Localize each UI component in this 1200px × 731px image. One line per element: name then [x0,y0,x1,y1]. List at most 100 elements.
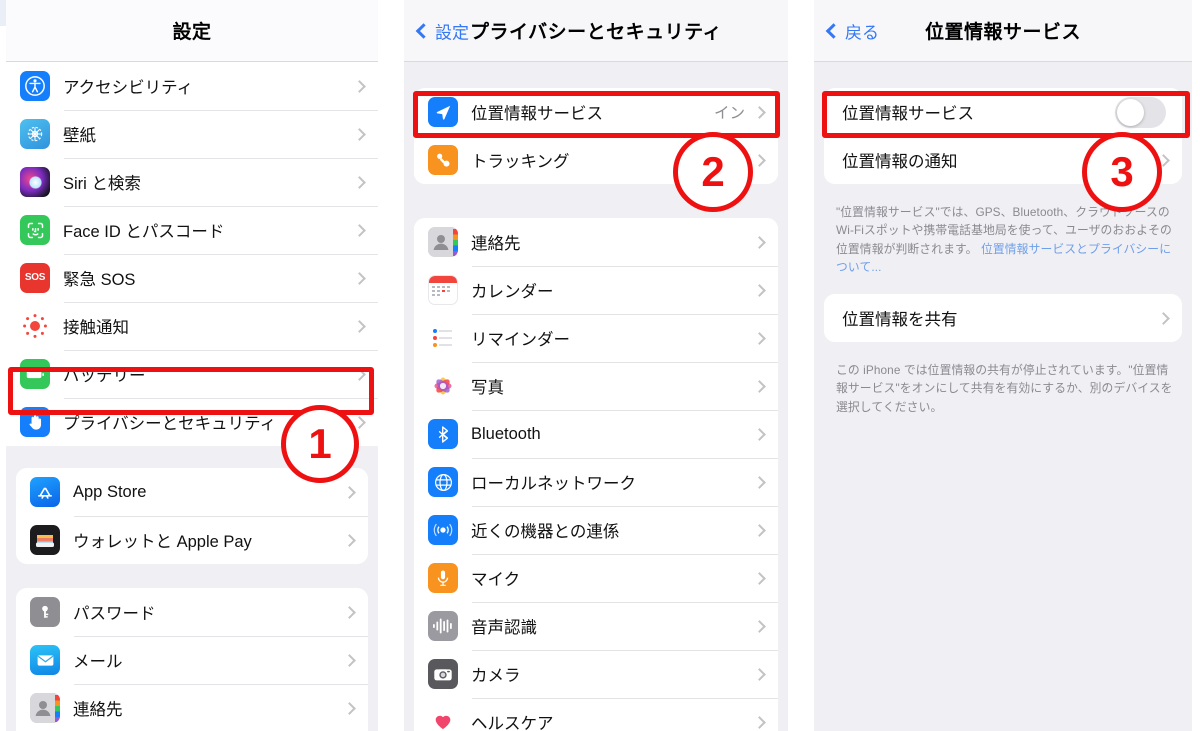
privacy-row-photos[interactable]: 写真 [414,362,778,410]
chevron-right-icon [753,235,766,249]
settings-row-battery[interactable]: バッテリー [6,350,378,398]
settings-row-emergency-sos[interactable]: SOS 緊急 SOS [6,254,378,302]
settings-row-contacts[interactable]: 連絡先 [16,684,368,731]
tracking-icon [428,145,458,175]
settings-row-mail[interactable]: メール [16,636,368,684]
row-label: 位置情報サービス [471,105,603,123]
sos-icon: SOS [20,263,50,293]
health-icon [428,707,458,731]
photos-icon [428,371,458,401]
battery-icon [20,359,50,389]
row-label: ローカルネットワーク [471,475,636,493]
calendar-icon [428,275,458,305]
screenshot-root: 設定 アクセシビリティ 壁紙 Siri と検索 Face ID とパスコード S… [0,0,1200,731]
chevron-right-icon [753,427,766,441]
chevron-right-icon [353,79,366,93]
panel3-back-button[interactable]: 戻る [825,18,879,43]
panel2-scroll[interactable]: 位置情報サービス イン トラッキング 連絡先 カレンダー リマインダー 写真 B… [404,88,788,731]
row-label: 音声認識 [471,619,537,637]
panel3-back-label: 戻る [845,23,879,42]
row-label: 位置情報の通知 [842,153,958,171]
siri-icon [20,167,50,197]
app-store-icon [30,477,60,507]
settings-row-wallpaper[interactable]: 壁紙 [6,110,378,158]
location-row-location-services[interactable]: 位置情報サービス [824,88,1182,136]
chevron-right-icon [753,667,766,681]
chevron-right-icon [753,523,766,537]
panel3-title: 位置情報サービス [924,22,1081,43]
location-footnote-2: この iPhone では位置情報の共有が停止されています。"位置情報サービス"を… [836,363,1173,414]
settings-row-siri-search[interactable]: Siri と検索 [6,158,378,206]
row-label: アクセシビリティ [63,79,194,97]
settings-row-accessibility[interactable]: アクセシビリティ [6,62,378,110]
panel-settings: 設定 アクセシビリティ 壁紙 Siri と検索 Face ID とパスコード S… [6,0,378,731]
location-group-share: 位置情報を共有 [824,294,1182,343]
row-label: 位置情報を共有 [842,311,958,330]
row-label: メール [73,653,123,671]
local-network-icon [428,467,458,497]
settings-row-app-store[interactable]: App Store [16,468,368,516]
panel1-nav-bar: 設定 [6,0,378,62]
chevron-right-icon [353,175,366,189]
row-label: マイク [471,571,521,589]
wallet-icon [30,525,60,555]
row-label: 連絡先 [471,235,521,253]
location-row-share-my-location[interactable]: 位置情報を共有 [824,294,1182,343]
panel2-title: プライバシーとセキュリティ [470,22,722,43]
chevron-right-icon [353,127,366,141]
row-label: カレンダー [471,283,554,301]
row-label: バッテリー [63,367,146,385]
chevron-right-icon [343,653,356,667]
privacy-row-reminders[interactable]: リマインダー [414,314,778,362]
row-label: 位置情報サービス [842,105,974,123]
panel3-scroll[interactable]: 位置情報サービス 位置情報の通知 "位置情報サービス"では、GPS、Blueto… [814,88,1192,418]
nearby-interactions-icon [428,515,458,545]
chevron-right-icon [753,715,766,729]
privacy-row-location-services[interactable]: 位置情報サービス イン [414,88,778,136]
location-services-toggle[interactable] [1115,96,1166,128]
privacy-row-tracking[interactable]: トラッキング [414,136,778,184]
settings-group-1: アクセシビリティ 壁紙 Siri と検索 Face ID とパスコード SOS … [6,62,378,446]
settings-row-faceid[interactable]: Face ID とパスコード [6,206,378,254]
settings-row-exposure-notification[interactable]: 接触通知 [6,302,378,350]
face-id-icon [20,215,50,245]
reminders-icon [428,323,458,353]
row-value: イン [713,105,745,122]
chevron-right-icon [753,379,766,393]
toggle-knob [1117,98,1144,126]
panel1-scroll[interactable]: アクセシビリティ 壁紙 Siri と検索 Face ID とパスコード SOS … [6,62,378,731]
panel3-nav-bar: 戻る 位置情報サービス [814,0,1192,62]
settings-row-passwords[interactable]: パスワード [16,588,368,636]
mail-icon [30,645,60,675]
settings-group-2: App Store ウォレットと Apple Pay [16,468,368,564]
settings-row-wallet-apple-pay[interactable]: ウォレットと Apple Pay [16,516,368,564]
location-row-location-alerts[interactable]: 位置情報の通知 [824,136,1182,184]
privacy-row-bluetooth[interactable]: Bluetooth [414,410,778,458]
row-label: リマインダー [471,331,570,349]
chevron-right-icon [353,367,366,381]
panel2-back-button[interactable]: 設定 [415,18,469,43]
chevron-right-icon [343,485,356,499]
hand-privacy-icon [20,407,50,437]
privacy-row-camera[interactable]: カメラ [414,650,778,698]
privacy-row-speech-recognition[interactable]: 音声認識 [414,602,778,650]
row-label: Siri と検索 [63,175,141,193]
chevron-right-icon [753,153,766,167]
chevron-right-icon [353,415,366,429]
row-label: プライバシーとセキュリティ [63,415,277,433]
chevron-right-icon [753,283,766,297]
wallpaper-icon [20,119,50,149]
exposure-notification-icon [20,311,50,341]
privacy-row-microphone[interactable]: マイク [414,554,778,602]
privacy-row-nearby-interactions[interactable]: 近くの機器との連係 [414,506,778,554]
privacy-row-calendar[interactable]: カレンダー [414,266,778,314]
privacy-row-contacts[interactable]: 連絡先 [414,218,778,266]
privacy-row-local-network[interactable]: ローカルネットワーク [414,458,778,506]
chevron-left-icon [415,22,432,39]
chevron-right-icon [353,319,366,333]
accessibility-icon [20,71,50,101]
privacy-row-health[interactable]: ヘルスケア [414,698,778,731]
privacy-group-apps: 連絡先 カレンダー リマインダー 写真 Bluetooth ローカルネットワーク… [414,218,778,731]
chevron-right-icon [753,105,766,119]
settings-row-privacy-security[interactable]: プライバシーとセキュリティ [6,398,378,446]
